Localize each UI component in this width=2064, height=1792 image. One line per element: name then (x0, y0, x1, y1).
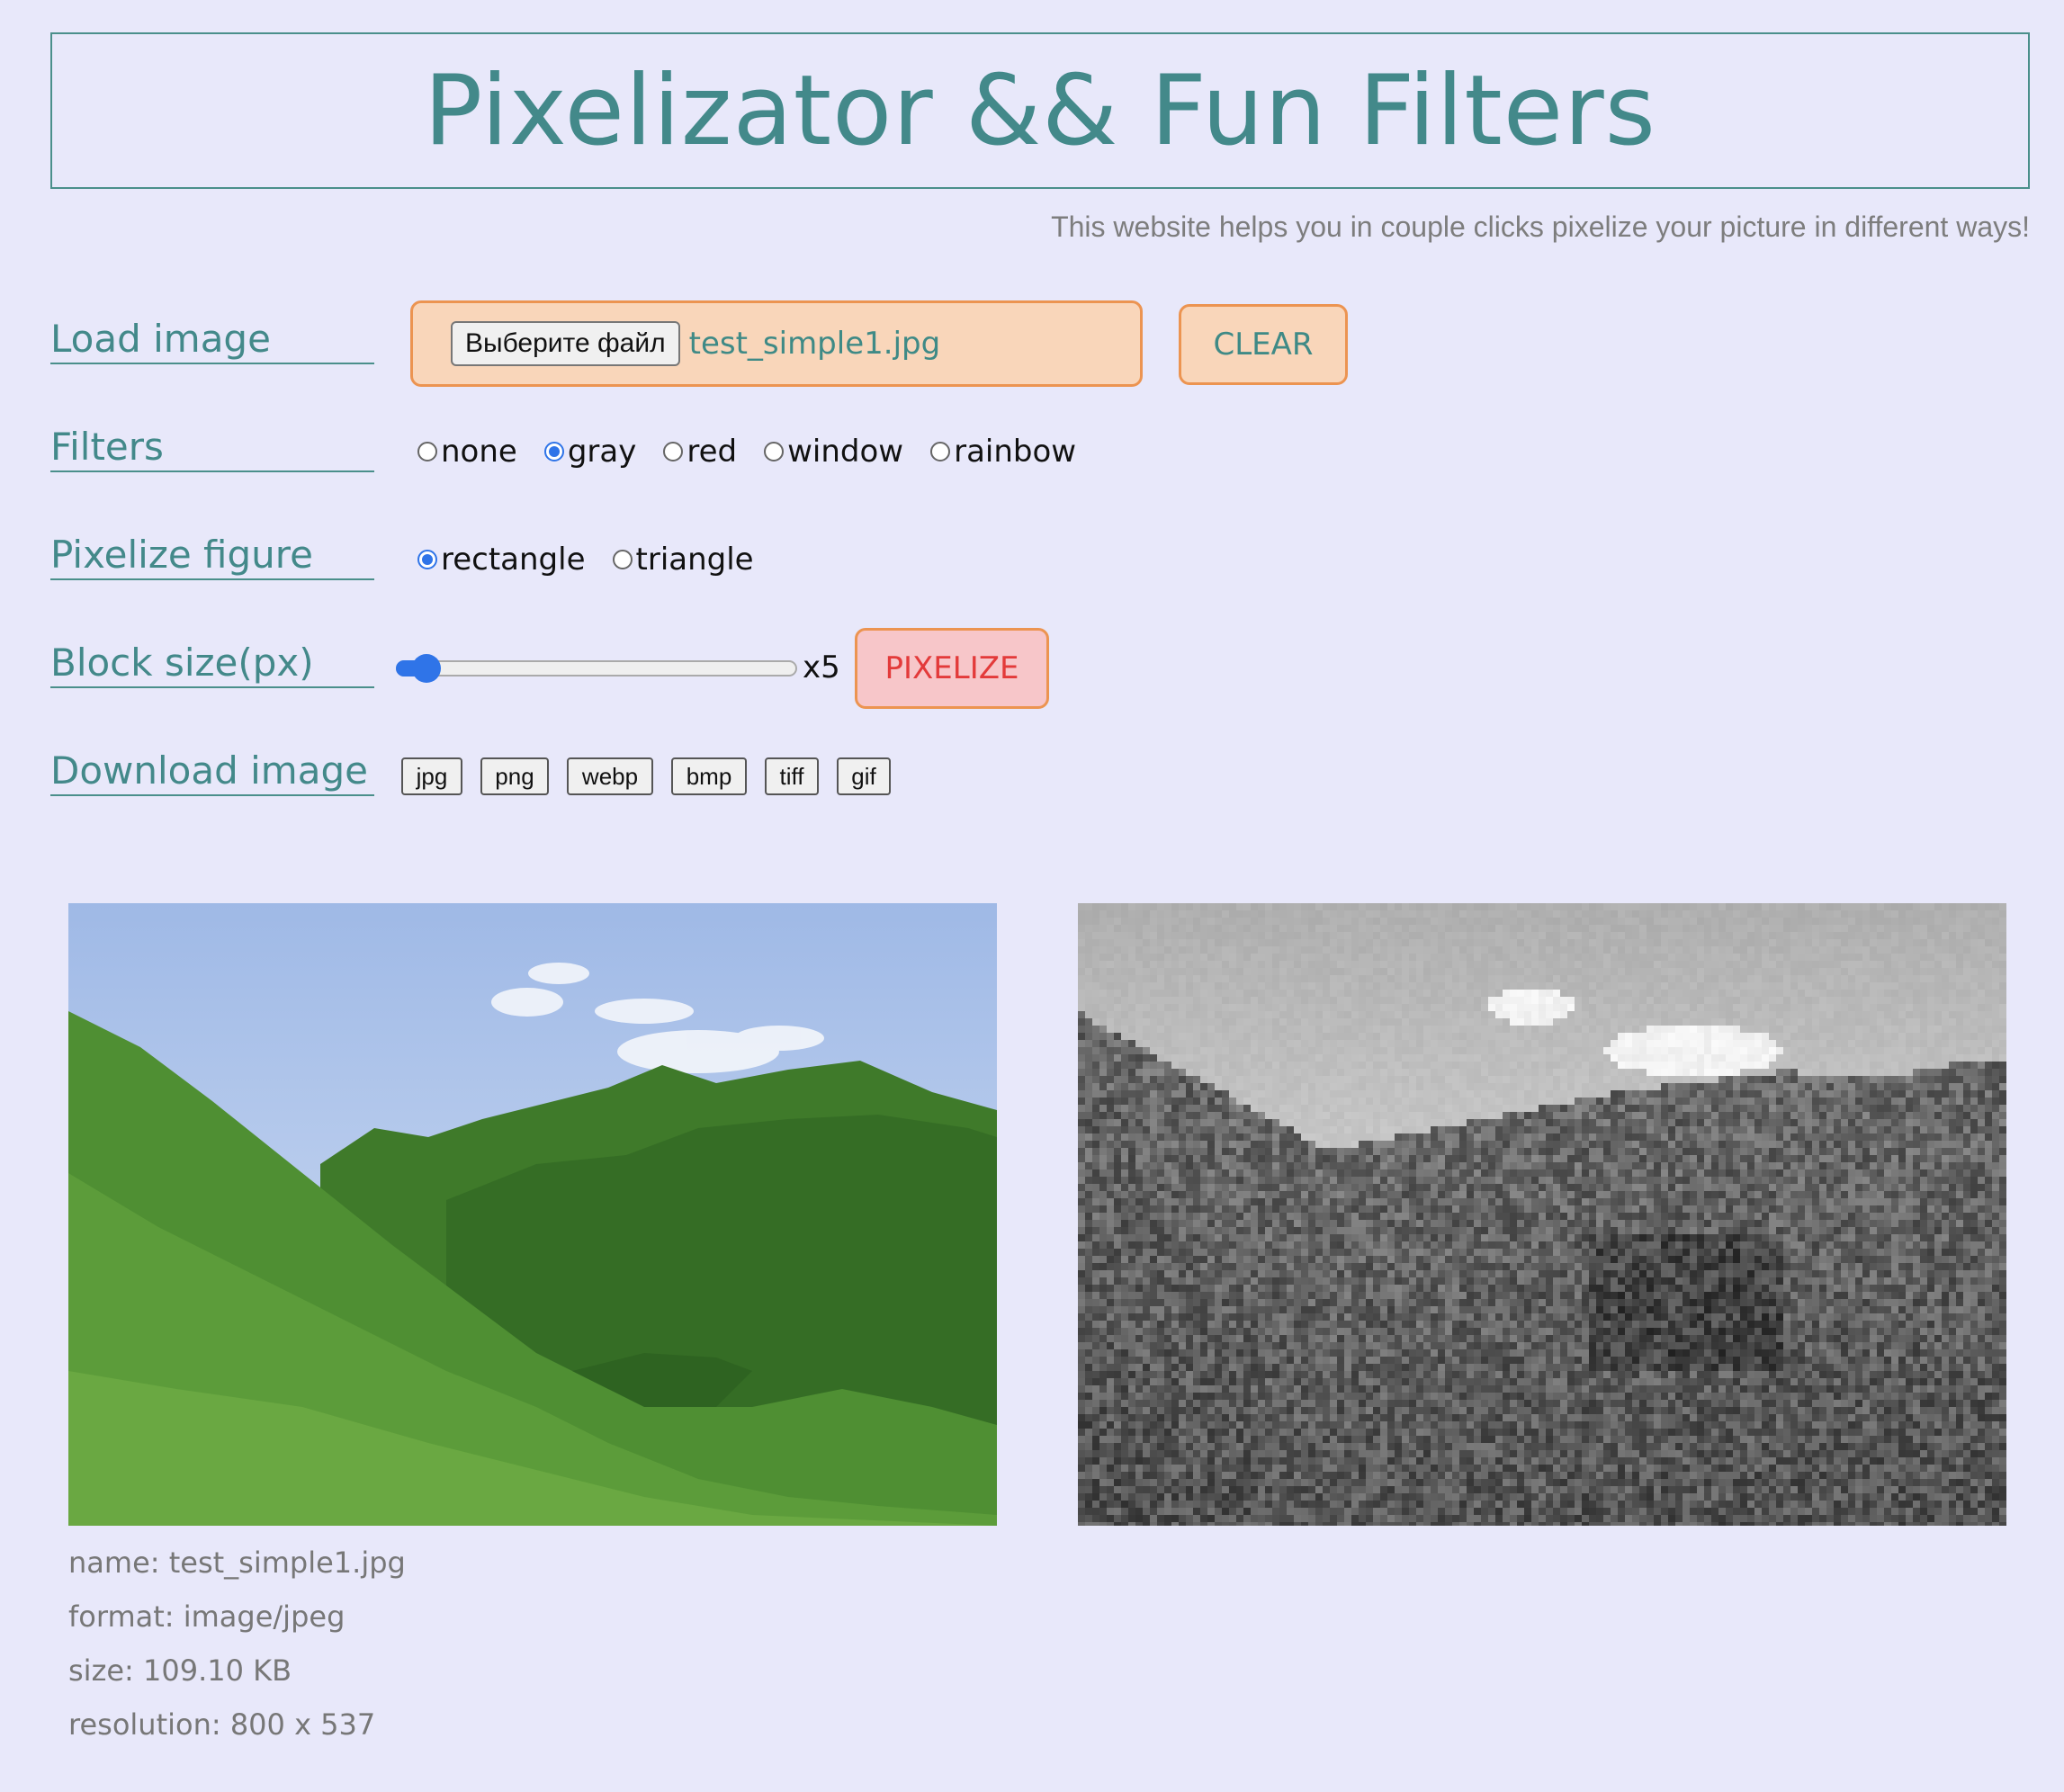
filter-label-none: none (441, 434, 517, 470)
filter-option-rainbow[interactable]: rainbow (930, 434, 1076, 470)
original-image (68, 903, 997, 1526)
figure-radio-group: rectangle triangle (417, 542, 781, 578)
download-webp-button[interactable]: webp (567, 757, 653, 795)
download-png-button[interactable]: png (480, 757, 549, 795)
filter-option-none[interactable]: none (417, 434, 517, 470)
block-size-slider[interactable] (396, 654, 797, 683)
title-box: Pixelizator && Fun Filters (50, 32, 2030, 189)
image-resolution-info: resolution: 800 x 537 (68, 1707, 376, 1742)
filter-label-gray: gray (567, 434, 637, 470)
radio-rainbow[interactable] (930, 442, 951, 461)
download-gif-button[interactable]: gif (837, 757, 891, 795)
pixelized-landscape-image (1078, 903, 2006, 1526)
pixelized-image (1078, 903, 2006, 1526)
image-size-info: size: 109.10 KB (68, 1653, 292, 1688)
page-title: Pixelizator && Fun Filters (424, 54, 1656, 167)
file-input[interactable]: Выберите файл test_simple1.jpg (410, 300, 1143, 387)
figure-option-triangle[interactable]: triangle (612, 542, 754, 578)
radio-triangle[interactable] (612, 550, 633, 569)
page-subtitle: This website helps you in couple clicks … (1051, 211, 2030, 243)
figure-option-rectangle[interactable]: rectangle (417, 542, 586, 578)
filter-label-red: red (687, 434, 738, 470)
load-image-label: Load image (50, 317, 374, 364)
download-tiff-button[interactable]: tiff (765, 757, 819, 795)
download-image-label: Download image (50, 748, 374, 796)
slider-thumb[interactable] (412, 654, 441, 683)
file-name: test_simple1.jpg (688, 326, 941, 362)
filters-label: Filters (50, 425, 374, 472)
block-size-label: Block size(px) (50, 641, 374, 688)
filter-option-window[interactable]: window (764, 434, 903, 470)
pixelize-figure-label: Pixelize figure (50, 533, 374, 580)
download-bmp-button[interactable]: bmp (671, 757, 747, 795)
image-format-info: format: image/jpeg (68, 1599, 345, 1634)
radio-gray[interactable] (543, 442, 564, 461)
filter-label-rainbow: rainbow (954, 434, 1077, 470)
radio-window[interactable] (764, 442, 785, 461)
filters-radio-group: none gray red window rainbow (417, 434, 1103, 470)
clear-button[interactable]: CLEAR (1179, 304, 1348, 385)
radio-red[interactable] (663, 442, 684, 461)
filter-option-red[interactable]: red (663, 434, 737, 470)
figure-label-triangle: triangle (635, 542, 754, 578)
block-size-value: x5 (803, 650, 840, 685)
pixelize-button[interactable]: PIXELIZE (855, 628, 1049, 709)
choose-file-button[interactable]: Выберите файл (451, 321, 680, 366)
filter-label-window: window (787, 434, 904, 470)
radio-rectangle[interactable] (417, 550, 437, 569)
image-name-info: name: test_simple1.jpg (68, 1546, 406, 1580)
filter-option-gray[interactable]: gray (543, 434, 637, 470)
radio-none[interactable] (417, 442, 437, 461)
download-jpg-button[interactable]: jpg (401, 757, 462, 795)
figure-label-rectangle: rectangle (441, 542, 586, 578)
original-landscape-image (68, 903, 997, 1526)
